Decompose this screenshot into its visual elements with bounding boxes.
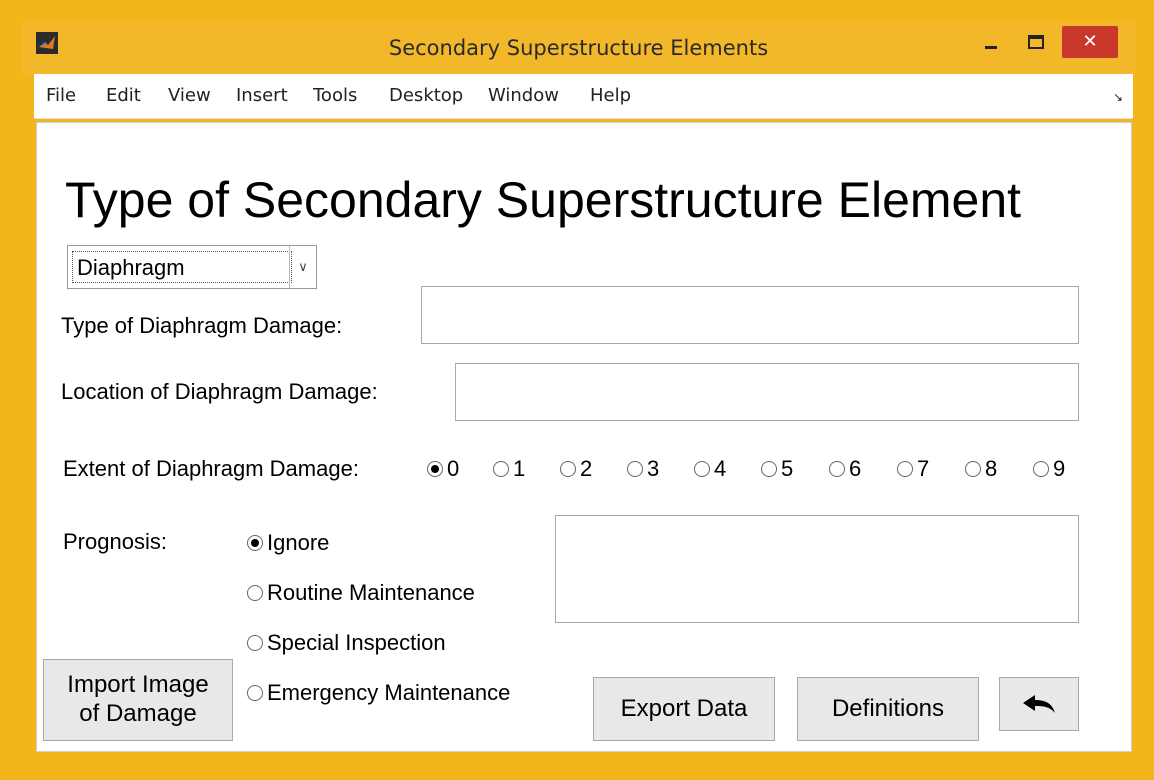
radio-icon xyxy=(965,461,981,477)
extent-radio-0[interactable]: 0 xyxy=(427,456,459,482)
prognosis-radio-emergency[interactable]: Emergency Maintenance xyxy=(247,680,510,706)
radio-icon xyxy=(247,635,263,651)
title-bar: Secondary Superstructure Elements ✕ xyxy=(22,22,1135,74)
damage-type-input[interactable] xyxy=(421,286,1079,344)
menu-bar: File Edit View Insert Tools Desktop Wind… xyxy=(34,74,1133,119)
damage-location-label: Location of Diaphragm Damage: xyxy=(61,379,378,404)
figure-panel: Type of Secondary Superstructure Element… xyxy=(36,122,1132,752)
import-image-button[interactable]: Import Image of Damage xyxy=(43,659,233,741)
close-icon[interactable]: ✕ xyxy=(1062,26,1118,58)
radio-icon xyxy=(1033,461,1049,477)
radio-icon xyxy=(761,461,777,477)
damage-location-input[interactable] xyxy=(455,363,1079,421)
prognosis-notes[interactable] xyxy=(555,515,1079,623)
menu-file[interactable]: File xyxy=(46,74,76,118)
menu-edit[interactable]: Edit xyxy=(106,74,141,118)
extent-label: Extent of Diaphragm Damage: xyxy=(63,456,359,481)
radio-icon xyxy=(247,585,263,601)
extent-radio-6[interactable]: 6 xyxy=(829,456,861,482)
menu-tools[interactable]: Tools xyxy=(313,74,357,118)
damage-type-label: Type of Diaphragm Damage: xyxy=(61,313,343,338)
extent-radio-8[interactable]: 8 xyxy=(965,456,997,482)
page-title: Type of Secondary Superstructure Element xyxy=(65,172,1022,228)
radio-icon xyxy=(493,461,509,477)
extent-radio-9[interactable]: 9 xyxy=(1033,456,1065,482)
extent-radio-5[interactable]: 5 xyxy=(761,456,793,482)
back-button[interactable] xyxy=(999,677,1079,731)
extent-radio-1[interactable]: 1 xyxy=(493,456,525,482)
import-label-line2: of Damage xyxy=(79,700,197,727)
element-type-select[interactable]: Diaphragm ∨ xyxy=(67,245,317,289)
radio-selected-icon xyxy=(427,461,443,477)
maximize-icon[interactable] xyxy=(1018,30,1054,58)
import-label-line1: Import Image xyxy=(67,671,209,699)
extent-radio-4[interactable]: 4 xyxy=(694,456,726,482)
radio-icon xyxy=(560,461,576,477)
back-arrow-icon xyxy=(1023,695,1055,713)
extent-radio-3[interactable]: 3 xyxy=(627,456,659,482)
extent-radio-7[interactable]: 7 xyxy=(897,456,929,482)
prognosis-radio-routine[interactable]: Routine Maintenance xyxy=(247,580,475,606)
menu-window[interactable]: Window xyxy=(488,74,559,118)
menu-view[interactable]: View xyxy=(168,74,211,118)
dock-icon[interactable]: ↘ xyxy=(1113,90,1123,104)
radio-selected-icon xyxy=(247,535,263,551)
import-button-label: Import Image of Damage xyxy=(67,671,208,729)
prognosis-radio-ignore[interactable]: Ignore xyxy=(247,530,329,556)
radio-icon xyxy=(897,461,913,477)
radio-icon xyxy=(627,461,643,477)
export-data-button[interactable]: Export Data xyxy=(593,677,775,741)
prognosis-label: Prognosis: xyxy=(63,529,167,554)
prognosis-radio-special[interactable]: Special Inspection xyxy=(247,630,446,656)
menu-desktop[interactable]: Desktop xyxy=(389,74,463,118)
radio-icon xyxy=(694,461,710,477)
definitions-button[interactable]: Definitions xyxy=(797,677,979,741)
extent-radio-2[interactable]: 2 xyxy=(560,456,592,482)
radio-icon xyxy=(247,685,263,701)
menu-help[interactable]: Help xyxy=(590,74,631,118)
window-title: Secondary Superstructure Elements xyxy=(388,36,769,60)
menu-insert[interactable]: Insert xyxy=(236,74,288,118)
minimize-icon[interactable] xyxy=(974,32,1008,56)
element-type-value: Diaphragm xyxy=(72,251,292,283)
radio-icon xyxy=(829,461,845,477)
chevron-down-icon[interactable]: ∨ xyxy=(289,246,316,288)
